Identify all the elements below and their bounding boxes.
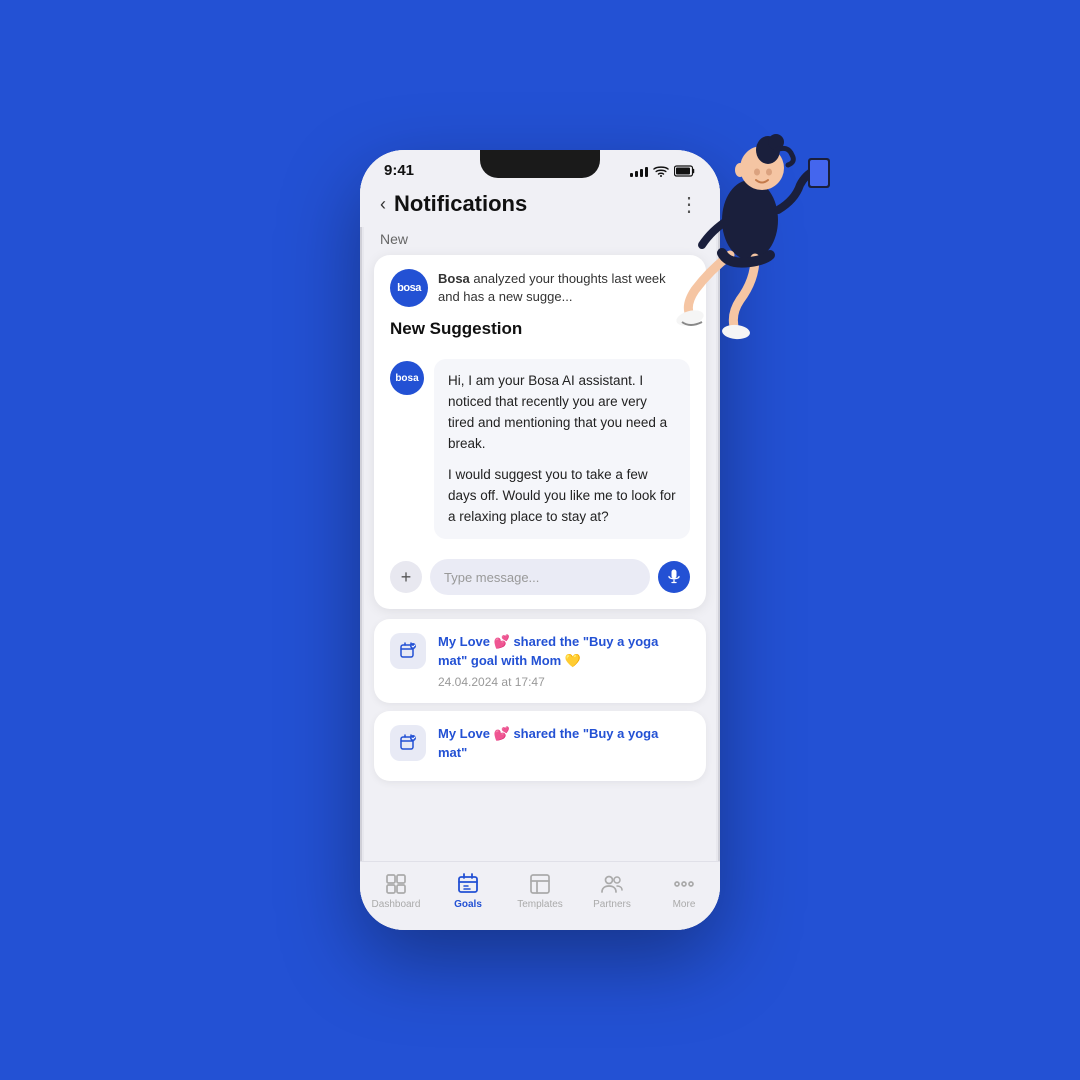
nav-item-goals[interactable]: Goals bbox=[438, 872, 498, 910]
page-title: Notifications bbox=[394, 191, 527, 217]
nav-partners-label: Partners bbox=[593, 899, 631, 910]
nav-goals-label: Goals bbox=[454, 899, 482, 910]
notif-sender-2: My Love bbox=[438, 726, 490, 741]
nav-more-label: More bbox=[673, 899, 696, 910]
message-input-field[interactable]: Type message... bbox=[430, 559, 650, 595]
nav-templates-label: Templates bbox=[517, 899, 563, 910]
nav-header: ‹ Notifications ⋮ bbox=[360, 183, 720, 227]
nav-item-partners[interactable]: Partners bbox=[582, 872, 642, 910]
new-suggestion-label: New Suggestion bbox=[374, 317, 706, 349]
notif-heart2-emoji: 💛 bbox=[565, 653, 581, 668]
chat-message-2: I would suggest you to take a few days o… bbox=[448, 465, 676, 528]
notif-with: goal with Mom bbox=[471, 653, 561, 668]
notif-action-2: shared the bbox=[513, 726, 582, 741]
status-time: 9:41 bbox=[384, 162, 414, 179]
wifi-icon bbox=[653, 165, 669, 177]
section-new-label: New bbox=[360, 227, 720, 255]
notif-item-2-text: My Love 💕 shared the "Buy a yoga mat" bbox=[438, 725, 690, 763]
header-left: ‹ Notifications bbox=[380, 191, 527, 217]
dashboard-icon bbox=[384, 872, 408, 896]
nav-item-more[interactable]: More bbox=[654, 872, 714, 910]
notif-heart-emoji: 💕 bbox=[494, 634, 510, 649]
message-placeholder: Type message... bbox=[444, 570, 539, 585]
notif-share-icon-2 bbox=[390, 725, 426, 761]
goals-icon bbox=[456, 872, 480, 896]
more-icon bbox=[672, 872, 696, 896]
content-area: New bosa Bosa analyzed your thoughts las… bbox=[360, 227, 720, 861]
status-icons bbox=[630, 165, 696, 177]
partners-icon bbox=[600, 872, 624, 896]
templates-icon bbox=[528, 872, 552, 896]
more-options-button[interactable]: ⋮ bbox=[679, 192, 700, 217]
nav-item-templates[interactable]: Templates bbox=[510, 872, 570, 910]
message-input-row: + Type message... bbox=[374, 549, 706, 609]
phone-wrapper: 9:41 bbox=[360, 150, 720, 930]
microphone-button[interactable] bbox=[658, 561, 690, 593]
bottom-navigation: Dashboard Goals bbox=[360, 861, 720, 930]
notif-item-1-date: 24.04.2024 at 17:47 bbox=[438, 675, 690, 689]
notif-preview-text: Bosa analyzed your thoughts last week an… bbox=[438, 270, 690, 306]
nav-dashboard-label: Dashboard bbox=[372, 899, 421, 910]
chat-message-1: Hi, I am your Bosa AI assistant. I notic… bbox=[448, 371, 676, 455]
notif-share-icon bbox=[390, 633, 426, 669]
chat-bosa-avatar: bosa bbox=[390, 361, 424, 395]
notif-item-1-text: My Love 💕 shared the "Buy a yoga mat" go… bbox=[438, 633, 690, 689]
notif-item-2-title: My Love 💕 shared the "Buy a yoga mat" bbox=[438, 725, 690, 763]
notif-sender-name: Bosa bbox=[438, 271, 470, 286]
notif-card-header: bosa Bosa analyzed your thoughts last we… bbox=[374, 255, 706, 317]
notif-preview-content: analyzed your thoughts last week and has… bbox=[438, 271, 666, 304]
bosa-logo-text: bosa bbox=[397, 282, 421, 294]
battery-icon bbox=[674, 165, 696, 177]
ai-message-bubble: Hi, I am your Bosa AI assistant. I notic… bbox=[434, 359, 690, 539]
back-button[interactable]: ‹ bbox=[380, 194, 386, 215]
notification-item-1[interactable]: My Love 💕 shared the "Buy a yoga mat" go… bbox=[374, 619, 706, 703]
phone-frame: 9:41 bbox=[360, 150, 720, 930]
notif-item-1-title: My Love 💕 shared the "Buy a yoga mat" go… bbox=[438, 633, 690, 671]
chat-avatar-text: bosa bbox=[395, 373, 418, 384]
add-attachment-button[interactable]: + bbox=[390, 561, 422, 593]
chat-area: bosa Hi, I am your Bosa AI assistant. I … bbox=[374, 349, 706, 549]
nav-item-dashboard[interactable]: Dashboard bbox=[366, 872, 426, 910]
bosa-avatar: bosa bbox=[390, 269, 428, 307]
notif-heart-emoji-2: 💕 bbox=[494, 726, 510, 741]
notch bbox=[480, 150, 600, 178]
app-background: 9:41 bbox=[0, 0, 1080, 1080]
notification-item-2[interactable]: My Love 💕 shared the "Buy a yoga mat" bbox=[374, 711, 706, 781]
signal-bars-icon bbox=[630, 165, 648, 177]
notif-action: shared the bbox=[513, 634, 582, 649]
notif-sender: My Love bbox=[438, 634, 490, 649]
main-notification-card[interactable]: bosa Bosa analyzed your thoughts last we… bbox=[374, 255, 706, 609]
